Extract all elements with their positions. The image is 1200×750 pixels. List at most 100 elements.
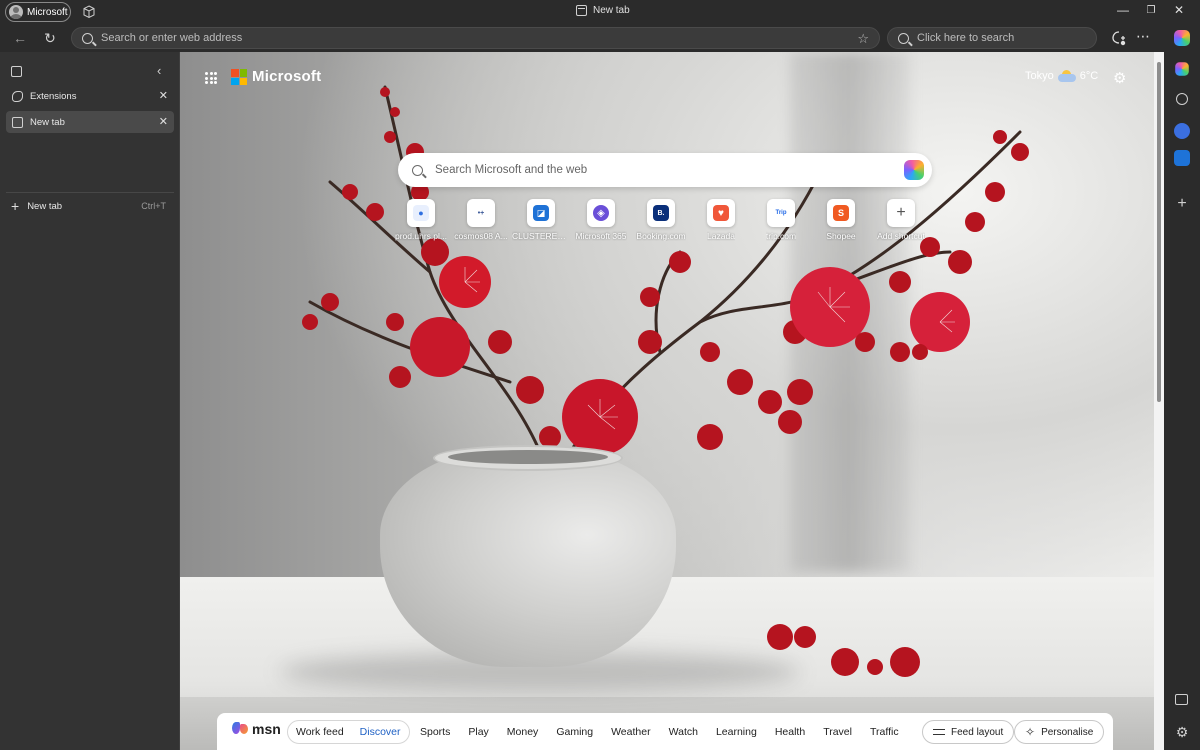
weather-widget[interactable]: Tokyo 6°C [1025,70,1098,82]
search-icon [898,32,909,44]
search-sidebar-icon[interactable] [1176,93,1188,105]
title-bar: Microsoft New tab — ❐ ✕ [0,0,1200,25]
nav-health[interactable]: Health [775,726,805,738]
shortcut-microsoft-365[interactable]: ◈ Microsoft 365 [571,199,631,241]
teams-icon[interactable] [1174,123,1190,139]
shortcut-add[interactable]: + Add shortcut [871,199,931,241]
new-tab-button[interactable]: + New tab Ctrl+T [6,196,174,216]
restore-button[interactable]: ❐ [1141,5,1161,16]
shortcut-booking[interactable]: B. Booking.com [631,199,691,241]
microsoft-brand: Microsoft [252,68,322,85]
page-scrollbar[interactable] [1154,52,1164,750]
shortcut-prod-uhrs[interactable]: ● prod.uhrs.pl... [391,199,451,241]
shortcut-label: Booking.com [636,231,686,241]
shortcut-tile: ● [407,199,435,227]
shortcut-lazada[interactable]: ♥ Lazada [691,199,751,241]
translate-icon[interactable] [1174,150,1190,166]
shortcut-tile: Trip [767,199,795,227]
weather-temp: 6°C [1079,70,1099,82]
sparkle-icon: ✧ [1025,725,1036,739]
feed-toggle: Work feed Discover [287,720,410,744]
search-box[interactable] [887,27,1097,49]
close-tab-icon[interactable]: ✕ [159,115,168,128]
back-button[interactable]: ← [11,29,29,47]
nav-gaming[interactable]: Gaming [556,726,593,738]
tab-discover[interactable]: Discover [352,726,409,738]
collapse-panel-icon[interactable]: ‹ [157,63,161,78]
sidebar-settings-gear-icon[interactable]: ⚙ [1174,724,1190,740]
workspaces-icon[interactable] [82,5,96,19]
vertical-tabs-panel: ‹ Extensions ✕ New tab ✕ + New tab Ctrl+… [0,52,180,750]
search-icon [412,164,423,176]
screenshot-icon[interactable] [1175,694,1188,705]
copilot-icon[interactable] [904,160,924,180]
shortcut-cosmos08[interactable]: •+ cosmos08 A... [451,199,511,241]
nav-travel[interactable]: Travel [823,726,852,738]
shortcut-label: cosmos08 A... [454,231,508,241]
plus-icon: + [11,198,20,214]
nav-play[interactable]: Play [468,726,488,738]
plus-icon: + [893,204,909,221]
personalise-button[interactable]: ✧ Personalise [1014,720,1105,744]
uhrs-icon: ● [413,205,429,221]
nav-traffic[interactable]: Traffic [870,726,899,738]
shopee-icon: S [833,205,849,221]
background-vase [380,447,676,667]
msn-logo-text: msn [252,721,281,737]
nav-sports[interactable]: Sports [420,726,450,738]
nav-weather[interactable]: Weather [611,726,651,738]
browser-essentials-icon[interactable] [1111,30,1127,46]
shortcut-clustered[interactable]: ◪ CLUSTERED ... [511,199,571,241]
close-tab-icon[interactable]: ✕ [159,89,168,102]
booking-icon: B. [653,205,669,221]
shortcuts-row: ● prod.uhrs.pl... •+ cosmos08 A... ◪ CLU… [391,199,931,241]
trip-icon: Trip [773,205,789,221]
page-settings-gear-icon[interactable]: ⚙ [1113,69,1126,87]
shortcut-tile: •+ [467,199,495,227]
shortcut-label: CLUSTERED ... [512,231,570,241]
shortcut-label: Lazada [707,231,735,241]
shortcut-label: prod.uhrs.pl... [395,231,447,241]
lazada-icon: ♥ [713,205,729,221]
minimize-button[interactable]: — [1113,3,1133,17]
favorite-star-icon[interactable]: ☆ [857,31,869,47]
ntp-search-bar[interactable] [398,153,932,187]
copilot-icon[interactable] [1174,30,1190,46]
app-launcher-icon[interactable] [205,72,217,84]
nav-money[interactable]: Money [507,726,539,738]
more-options-icon[interactable]: ⋯ [1136,28,1150,45]
refresh-button[interactable]: ↻ [41,29,59,47]
right-sidebar: + ⚙ [1164,25,1200,750]
add-sidebar-app-icon[interactable]: + [1174,196,1190,212]
new-tab-page: Microsoft Tokyo 6°C ⚙ ● prod.uhrs.pl... … [180,52,1154,750]
ntp-search-input[interactable] [435,164,932,176]
tab-new-tab[interactable]: New tab ✕ [6,111,174,133]
address-input[interactable] [101,32,879,44]
shortcut-label: trip.com [765,231,797,241]
address-bar[interactable]: ☆ [71,27,880,49]
tab-label: Extensions [30,90,77,102]
msn-logo[interactable]: msn [232,721,281,737]
sliders-icon [933,727,945,737]
microsoft-365-icon: ◈ [593,205,609,221]
search-input[interactable] [917,32,1096,44]
shortcut-tile: S [827,199,855,227]
tab-label: New tab [30,116,65,128]
close-button[interactable]: ✕ [1169,3,1189,17]
shortcut-label: Microsoft 365 [575,231,627,241]
toolbar: ← ↻ ☆ ⋯ [0,25,1164,52]
shortcut-trip[interactable]: Trip trip.com [751,199,811,241]
tab-extensions[interactable]: Extensions ✕ [6,85,174,107]
puzzle-icon [12,90,23,102]
nav-learning[interactable]: Learning [716,726,757,738]
copilot-sidebar-icon[interactable] [1175,62,1189,76]
scrollbar-thumb[interactable] [1157,62,1161,402]
shortcut-tile: B. [647,199,675,227]
shortcut-shopee[interactable]: S Shopee [811,199,871,241]
profile-button[interactable]: Microsoft [5,2,71,22]
tab-actions-icon[interactable] [11,66,22,77]
nav-watch[interactable]: Watch [669,726,698,738]
shortcut-label: Shopee [826,231,856,241]
feed-layout-button[interactable]: Feed layout [922,720,1015,744]
tab-work-feed[interactable]: Work feed [288,726,352,738]
